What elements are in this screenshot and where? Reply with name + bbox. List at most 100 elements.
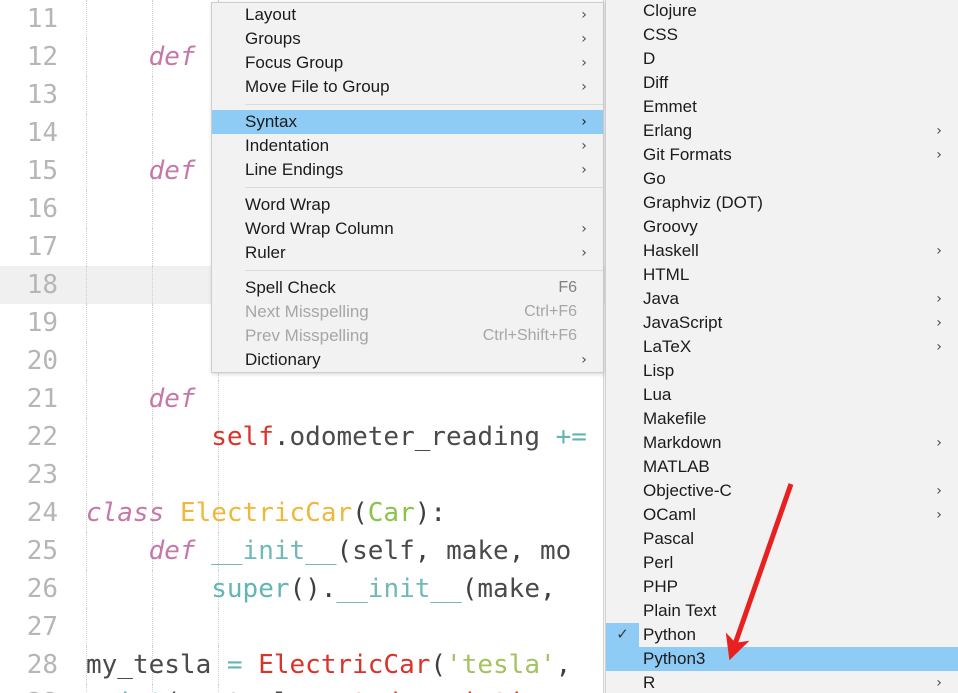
indent-guide — [152, 228, 153, 266]
syntax-item-erlang[interactable]: Erlang › — [606, 119, 958, 143]
line-number: 20 — [26, 346, 58, 376]
code-text[interactable]: def — [86, 152, 196, 190]
code-token: . — [305, 688, 321, 693]
menu-separator — [245, 104, 603, 105]
syntax-item-diff[interactable]: Diff — [606, 71, 958, 95]
syntax-item-label: Go — [643, 169, 666, 188]
chevron-right-icon: › — [936, 675, 942, 691]
code-text[interactable]: super().__init__(make, — [86, 570, 571, 608]
syntax-item-markdown[interactable]: Markdown › — [606, 431, 958, 455]
syntax-item-lua[interactable]: Lua — [606, 383, 958, 407]
syntax-item-latex[interactable]: LaTeX › — [606, 335, 958, 359]
syntax-item-groovy[interactable]: Groovy — [606, 215, 958, 239]
menu-item-ruler[interactable]: Ruler › — [212, 241, 603, 265]
line-number: 13 — [26, 80, 58, 110]
syntax-item-clojure[interactable]: Clojure — [606, 0, 958, 23]
menu-item-line-endings[interactable]: Line Endings › — [212, 158, 603, 182]
menu-item-syntax[interactable]: Syntax › — [212, 110, 603, 134]
screen: 11 12 def 13 14 15 def 16 17 18 19 20 21 def 22 sel… — [0, 0, 958, 693]
code-text[interactable]: my_tesla = ElectricCar('tesla', — [86, 646, 571, 684]
syntax-item-perl[interactable]: Perl — [606, 551, 958, 575]
syntax-item-java[interactable]: Java › — [606, 287, 958, 311]
code-token: , — [414, 536, 447, 566]
menu-item-indentation[interactable]: Indentation › — [212, 134, 603, 158]
syntax-item-label: LaTeX — [643, 337, 692, 356]
menu-item-word-wrap[interactable]: Word Wrap — [212, 193, 603, 217]
code-token: make — [477, 574, 540, 604]
menu-item-spell-check[interactable]: Spell Check F6 — [212, 276, 603, 300]
line-number: 11 — [26, 4, 58, 34]
code-text[interactable]: self.odometer_reading += — [86, 418, 587, 456]
menu-item-move-file-to-group[interactable]: Move File to Group › — [212, 75, 603, 99]
menu-item-label: Line Endings — [245, 160, 344, 179]
syntax-item-html[interactable]: HTML — [606, 263, 958, 287]
syntax-item-go[interactable]: Go — [606, 167, 958, 191]
syntax-submenu[interactable]: Clojure CSS D Diff Emmet Erlang › Git Formats › G… — [605, 0, 958, 693]
menu-item-label: Next Misspelling — [245, 302, 369, 321]
chevron-right-icon: › — [581, 138, 587, 154]
syntax-item-label: R — [643, 673, 656, 692]
syntax-item-label: PHP — [643, 577, 678, 596]
code-token: ElectricCar — [258, 650, 431, 680]
syntax-item-php[interactable]: PHP — [606, 575, 958, 599]
code-text[interactable]: def __init__(self, make, mo — [86, 532, 572, 570]
line-number: 28 — [26, 650, 58, 680]
syntax-item-javascript[interactable]: JavaScript › — [606, 311, 958, 335]
syntax-item-d[interactable]: D — [606, 47, 958, 71]
syntax-item-plain-text[interactable]: Plain Text — [606, 599, 958, 623]
line-number: 19 — [26, 308, 58, 338]
syntax-item-css[interactable]: CSS — [606, 23, 958, 47]
syntax-item-ocaml[interactable]: OCaml › — [606, 503, 958, 527]
check-slot — [606, 167, 639, 191]
check-slot — [606, 527, 639, 551]
menu-item-label: Spell Check — [245, 278, 336, 297]
menu-item-focus-group[interactable]: Focus Group › — [212, 51, 603, 75]
chevron-right-icon: › — [936, 243, 942, 259]
code-token: make — [446, 536, 509, 566]
chevron-right-icon: › — [936, 435, 942, 451]
code-text[interactable]: def — [86, 38, 196, 76]
indent-guide — [152, 76, 153, 114]
code-token: , — [508, 536, 541, 566]
line-number: 22 — [26, 422, 58, 452]
line-number: 26 — [26, 574, 58, 604]
syntax-item-label: Perl — [643, 553, 674, 572]
syntax-item-graphviz-dot-[interactable]: Graphviz (DOT) — [606, 191, 958, 215]
line-number: 23 — [26, 460, 58, 490]
syntax-item-python3[interactable]: Python3 — [606, 647, 958, 671]
syntax-item-emmet[interactable]: Emmet — [606, 95, 958, 119]
menu-item-groups[interactable]: Groups › — [212, 27, 603, 51]
menu-item-layout[interactable]: Layout › — [212, 3, 603, 27]
syntax-item-label: Python — [643, 625, 696, 644]
syntax-item-haskell[interactable]: Haskell › — [606, 239, 958, 263]
syntax-item-label: HTML — [643, 265, 690, 284]
check-slot — [606, 647, 639, 671]
code-text[interactable]: print(my_tesla.get_descriptive_ — [86, 684, 571, 693]
syntax-item-python[interactable]: ✓ Python — [606, 623, 958, 647]
syntax-item-label: D — [643, 49, 656, 68]
syntax-item-objective-c[interactable]: Objective-C › — [606, 479, 958, 503]
code-token: my_tesla — [86, 650, 212, 680]
check-slot — [606, 263, 639, 287]
check-slot — [606, 431, 639, 455]
check-slot — [606, 575, 639, 599]
syntax-item-matlab[interactable]: MATLAB — [606, 455, 958, 479]
syntax-item-lisp[interactable]: Lisp — [606, 359, 958, 383]
syntax-item-makefile[interactable]: Makefile — [606, 407, 958, 431]
syntax-item-r[interactable]: R › — [606, 671, 958, 693]
syntax-item-label: CSS — [643, 25, 678, 44]
menu-item-dictionary[interactable]: Dictionary › — [212, 348, 603, 372]
line-number: 18 — [26, 270, 58, 300]
code-text[interactable]: class ElectricCar(Car): — [86, 494, 446, 532]
syntax-item-git-formats[interactable]: Git Formats › — [606, 143, 958, 167]
check-slot — [606, 503, 639, 527]
view-context-menu[interactable]: Layout › Groups › Focus Group › Move File to G… — [211, 2, 604, 373]
code-text[interactable]: def — [86, 380, 196, 418]
menu-item-label: Ruler — [245, 243, 286, 262]
code-token: ): — [414, 498, 447, 528]
menu-item-word-wrap-column[interactable]: Word Wrap Column › — [212, 217, 603, 241]
syntax-item-pascal[interactable]: Pascal — [606, 527, 958, 551]
